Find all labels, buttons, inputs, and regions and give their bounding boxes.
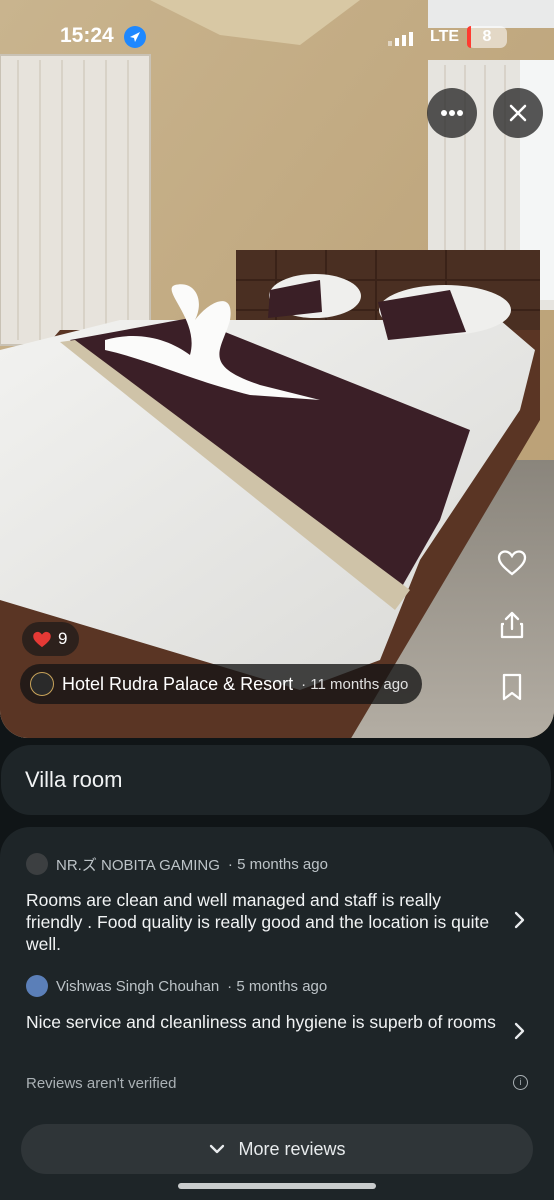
review-author: NR.ズ NOBITA GAMING [56, 856, 220, 874]
heart-outline-icon[interactable] [496, 547, 528, 579]
review-text: Nice service and cleanliness and hygiene… [26, 1012, 496, 1032]
signal-icon [388, 32, 413, 46]
more-reviews-button[interactable]: More reviews [21, 1124, 533, 1174]
chevron-down-icon [210, 1144, 225, 1154]
heart-filled-icon [33, 631, 51, 648]
review-item[interactable]: NR.ズ NOBITA GAMING · 5 months ago Rooms … [26, 853, 496, 955]
location-arrow-icon [124, 26, 146, 48]
avatar [26, 853, 48, 875]
home-indicator[interactable] [178, 1183, 376, 1189]
info-icon[interactable]: i [513, 1075, 528, 1090]
place-chip[interactable]: Hotel Rudra Palace & Resort · 11 months … [20, 664, 423, 704]
review-text: Rooms are clean and well managed and sta… [26, 890, 490, 954]
chevron-right-icon[interactable] [512, 910, 528, 930]
review-time: · 5 months ago [227, 977, 328, 995]
room-photo[interactable]: 15:24 LTE 8 9 Hotel Rudra Palace & Resor… [0, 0, 554, 738]
battery-level: 8 [482, 28, 492, 45]
posted-time: · 11 months ago [301, 675, 409, 693]
battery-icon: 8 [467, 26, 507, 48]
status-bar: 15:24 LTE 8 [0, 24, 554, 54]
close-button[interactable] [493, 88, 543, 138]
like-count: 9 [58, 629, 68, 648]
network-type: LTE [430, 28, 460, 45]
review-item[interactable]: Vishwas Singh Chouhan · 5 months ago Nic… [26, 975, 496, 1033]
hotel-logo-icon [30, 672, 54, 696]
share-icon[interactable] [496, 609, 528, 641]
place-name: Hotel Rudra Palace & Resort [62, 673, 294, 694]
avatar [26, 975, 48, 997]
chevron-right-icon[interactable] [512, 1021, 528, 1041]
more-reviews-label: More reviews [238, 1138, 346, 1159]
review-time: · 5 months ago [227, 855, 328, 873]
status-time: 15:24 [60, 24, 114, 47]
not-verified-note: Reviews aren't verified [26, 1075, 177, 1092]
like-count-badge[interactable]: 9 [22, 622, 80, 656]
bookmark-icon[interactable] [496, 671, 528, 703]
more-options-button[interactable] [427, 88, 477, 138]
close-icon [509, 104, 527, 122]
more-horizontal-icon [441, 110, 463, 116]
photo-caption: Villa room [25, 767, 123, 792]
review-author: Vishwas Singh Chouhan [56, 977, 220, 995]
photo-caption-card: Villa room [1, 745, 551, 815]
